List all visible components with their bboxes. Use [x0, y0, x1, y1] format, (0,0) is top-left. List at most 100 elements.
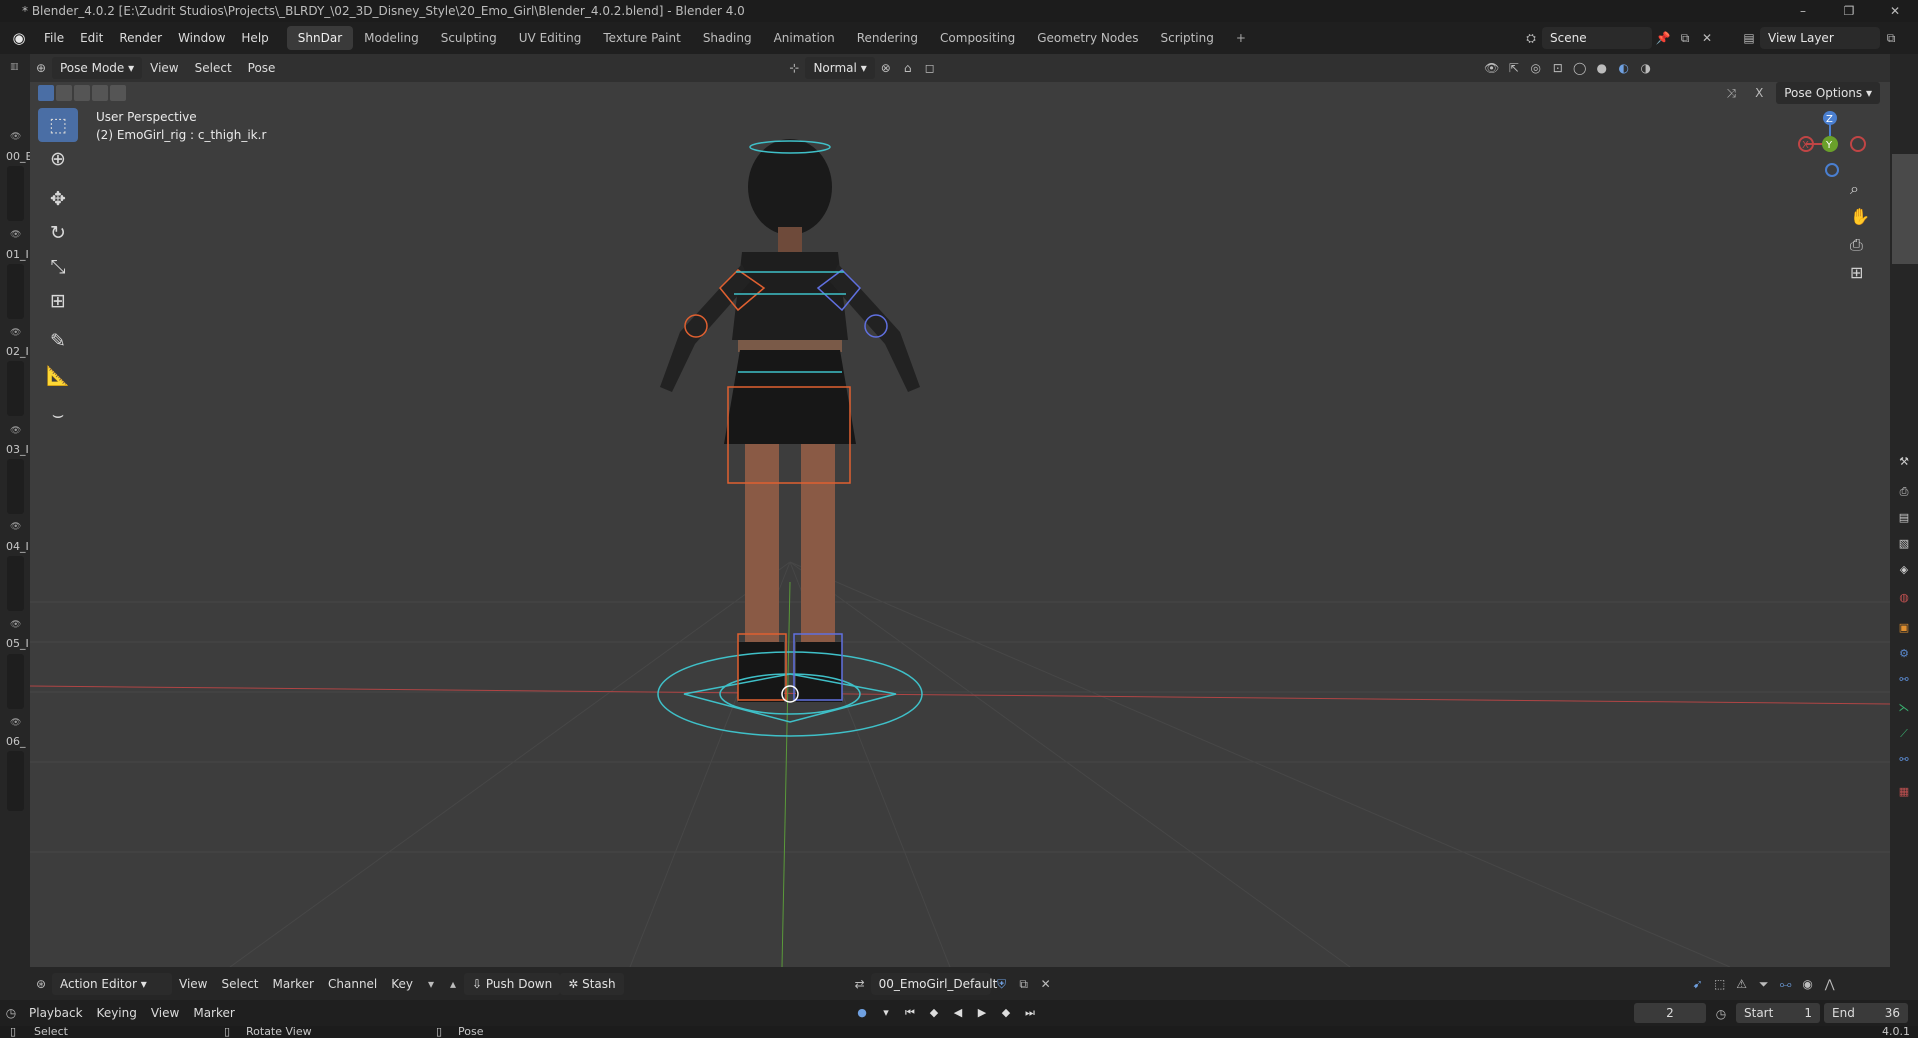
- snap-icon[interactable]: ⌂: [897, 57, 919, 79]
- tool-properties-icon[interactable]: ⚒: [1896, 454, 1912, 470]
- pivot-icon[interactable]: ⊗: [875, 57, 897, 79]
- menu-help[interactable]: Help: [233, 27, 276, 49]
- mode-dropdown[interactable]: Pose Mode ▾: [52, 57, 143, 79]
- character-model[interactable]: [660, 139, 920, 702]
- eye-icon[interactable]: 👁: [10, 426, 21, 436]
- visibility-icon[interactable]: 👁: [1481, 57, 1503, 79]
- new-view-layer-icon[interactable]: ⧉: [1880, 27, 1902, 49]
- collection-label[interactable]: 05_I: [6, 637, 29, 650]
- eye-icon[interactable]: 👁: [10, 230, 21, 240]
- fake-user-icon[interactable]: ⛨: [991, 973, 1013, 995]
- auto-snap-icon[interactable]: ⧟: [1775, 973, 1797, 995]
- menu-edit[interactable]: Edit: [72, 27, 111, 49]
- select-subtract-icon[interactable]: [74, 85, 90, 101]
- editor-type-icon[interactable]: ⊕: [30, 57, 52, 79]
- menu-pose[interactable]: Pose: [240, 57, 284, 79]
- filter-icon[interactable]: ⏷: [1753, 973, 1775, 995]
- camera-view-icon[interactable]: ⎙: [1850, 235, 1863, 254]
- start-frame-field[interactable]: Start 1: [1736, 1003, 1820, 1023]
- tab-texture-paint[interactable]: Texture Paint: [592, 26, 691, 50]
- gizmo-icon[interactable]: ⇱: [1503, 57, 1525, 79]
- scene-icon[interactable]: ⛭: [1520, 27, 1542, 49]
- new-scene-icon[interactable]: ⧉: [1674, 27, 1696, 49]
- tab-shndar[interactable]: ShnDar: [286, 26, 354, 50]
- delete-scene-icon[interactable]: ✕: [1696, 27, 1718, 49]
- eye-icon[interactable]: 👁: [10, 620, 21, 630]
- scale-tool-icon[interactable]: ⤡: [38, 250, 78, 284]
- object-properties-icon[interactable]: ▣: [1896, 620, 1912, 636]
- action-browse-icon[interactable]: ⇄: [849, 973, 871, 995]
- constraint-properties-icon[interactable]: ⚯: [1896, 672, 1912, 688]
- only-errors-icon[interactable]: ⚠: [1731, 973, 1753, 995]
- push-down-button[interactable]: ⇩ Push Down: [464, 972, 561, 995]
- texture-properties-icon[interactable]: ▦: [1896, 784, 1912, 800]
- menu-window[interactable]: Window: [170, 27, 233, 49]
- collection-label[interactable]: 04_I: [6, 540, 29, 553]
- move-tool-icon[interactable]: ✥: [38, 182, 78, 216]
- jump-end-icon[interactable]: ⏭: [1020, 1003, 1040, 1023]
- tab-shading[interactable]: Shading: [692, 26, 763, 50]
- stash-button[interactable]: ✲ Stash: [560, 972, 624, 995]
- pan-hand-icon[interactable]: ✋: [1850, 207, 1870, 226]
- minimize-icon[interactable]: –: [1780, 0, 1826, 22]
- menu-view[interactable]: View: [172, 973, 214, 995]
- select-intersect-icon[interactable]: [110, 85, 126, 101]
- rendered-shading-icon[interactable]: ◑: [1635, 57, 1657, 79]
- perspective-toggle-icon[interactable]: ⊞: [1850, 263, 1863, 282]
- tab-modeling[interactable]: Modeling: [353, 26, 430, 50]
- editor-type-icon[interactable]: ⊛: [30, 973, 52, 995]
- new-action-icon[interactable]: ⧉: [1013, 973, 1035, 995]
- x-mirror-button[interactable]: X: [1748, 82, 1770, 104]
- scene-name-field[interactable]: Scene: [1542, 27, 1652, 49]
- zoom-icon[interactable]: ⌕: [1850, 179, 1859, 198]
- proportional-edit-icon[interactable]: ◉: [1797, 973, 1819, 995]
- collection-label[interactable]: 02_I: [6, 345, 29, 358]
- tab-rendering[interactable]: Rendering: [846, 26, 929, 50]
- relax-pose-tool-icon[interactable]: ⌣: [38, 398, 78, 432]
- show-hidden-icon[interactable]: ⬚: [1709, 973, 1731, 995]
- view-layer-icon[interactable]: ▤: [1738, 27, 1760, 49]
- select-invert-icon[interactable]: [92, 85, 108, 101]
- auto-keying-icon[interactable]: ●: [852, 1003, 872, 1023]
- select-new-icon[interactable]: [38, 85, 54, 101]
- solid-shading-icon[interactable]: ●: [1591, 57, 1613, 79]
- timeline-editor-icon[interactable]: ◷: [0, 1002, 22, 1024]
- next-keyframe-icon[interactable]: ◆: [996, 1003, 1016, 1023]
- layer-up-icon[interactable]: ▴: [442, 973, 464, 995]
- jump-start-icon[interactable]: ⏮: [900, 1003, 920, 1023]
- tab-sculpting[interactable]: Sculpting: [430, 26, 508, 50]
- menu-marker[interactable]: Marker: [266, 973, 321, 995]
- mirror-icon[interactable]: ⤨: [1720, 82, 1742, 104]
- editor-type-icon[interactable]: ▥: [10, 62, 19, 72]
- maximize-icon[interactable]: ❐: [1826, 0, 1872, 22]
- current-frame-field[interactable]: 2: [1634, 1003, 1706, 1023]
- collection-label[interactable]: 00_E: [6, 150, 32, 163]
- tab-uv-editing[interactable]: UV Editing: [508, 26, 593, 50]
- collection-label[interactable]: 03_I: [6, 443, 29, 456]
- material-shading-icon[interactable]: ◐: [1613, 57, 1635, 79]
- end-frame-field[interactable]: End 36: [1824, 1003, 1908, 1023]
- modifier-properties-icon[interactable]: ⚙: [1896, 646, 1912, 662]
- collection-label[interactable]: 01_I: [6, 248, 29, 261]
- transform-tool-icon[interactable]: ⊞: [38, 284, 78, 318]
- eye-icon[interactable]: 👁: [10, 522, 21, 532]
- output-properties-icon[interactable]: ▤: [1896, 510, 1912, 526]
- measure-tool-icon[interactable]: 📐: [38, 358, 78, 392]
- add-workspace-button[interactable]: +: [1225, 26, 1257, 50]
- eye-icon[interactable]: 👁: [10, 328, 21, 338]
- pose-options-dropdown[interactable]: Pose Options ▾: [1776, 82, 1880, 104]
- overlay-icon[interactable]: ◎: [1525, 57, 1547, 79]
- 3d-viewport[interactable]: ⬚ ⊕ ✥ ↻ ⤡ ⊞ ✎ 📐 ⌣ User Perspective (2) E…: [30, 82, 1890, 967]
- menu-select[interactable]: Select: [214, 973, 265, 995]
- view-layer-field[interactable]: View Layer: [1760, 27, 1880, 49]
- menu-marker[interactable]: Marker: [186, 1002, 241, 1024]
- object-data-icon[interactable]: ⋋: [1896, 700, 1912, 716]
- tab-scripting[interactable]: Scripting: [1149, 26, 1224, 50]
- navigation-gizmo[interactable]: Z Y X ⌕ ✋ ⎙ ⊞: [1780, 102, 1880, 282]
- cursor-tool-icon[interactable]: ⊕: [38, 142, 78, 176]
- play-icon[interactable]: ▶: [972, 1003, 992, 1023]
- neg-z-axis-icon[interactable]: [1825, 163, 1839, 177]
- menu-keying[interactable]: Keying: [90, 1002, 144, 1024]
- menu-key[interactable]: Key: [384, 973, 420, 995]
- blender-logo-icon[interactable]: ◉: [8, 27, 30, 49]
